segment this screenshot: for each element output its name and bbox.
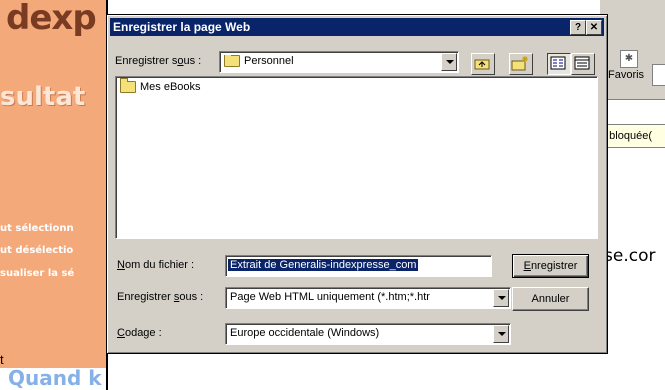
- file-item-name: Mes eBooks: [140, 81, 201, 93]
- save-in-label: Enregistrer sous :: [115, 55, 202, 67]
- file-list-item[interactable]: Mes eBooks: [120, 78, 201, 94]
- favorites-label: Favoris: [608, 69, 645, 81]
- background-text-fragment: t: [0, 352, 4, 367]
- save-in-dropdown[interactable]: Personnel: [219, 51, 459, 73]
- chevron-down-icon[interactable]: [493, 289, 509, 307]
- save-web-page-dialog: Enregistrer la page Web ? ✕ Enregistrer …: [106, 14, 608, 354]
- background-logo: dexp: [6, 0, 97, 38]
- help-button[interactable]: ?: [570, 20, 586, 35]
- background-footer-text: Quand k: [8, 366, 102, 390]
- new-folder-icon: [511, 56, 528, 71]
- background-heading: sultat: [0, 82, 86, 112]
- close-button[interactable]: ✕: [586, 20, 602, 35]
- file-name-input[interactable]: Extrait de Generalis-indexpresse_com: [225, 255, 492, 277]
- favorites-button[interactable]: ✱ Favoris: [606, 42, 650, 88]
- background-url-text: se.cor: [604, 246, 656, 266]
- encoding-value: Europe occidentale (Windows): [230, 327, 380, 339]
- dialog-titlebar[interactable]: Enregistrer la page Web ? ✕: [110, 18, 604, 36]
- address-bar[interactable]: [652, 64, 665, 86]
- folder-icon: [120, 78, 136, 94]
- save-as-type-label: Enregistrer sous :: [117, 291, 204, 303]
- chevron-down-icon[interactable]: [441, 53, 457, 71]
- up-one-level-icon: [474, 59, 490, 70]
- background-browser: ✱ Favoris 9 bloquée( se.cor: [600, 0, 665, 390]
- background-link-deselect-all[interactable]: ut désélectio: [0, 245, 73, 256]
- list-view-button[interactable]: [547, 53, 571, 75]
- save-as-type-dropdown[interactable]: Page Web HTML uniquement (*.htm;*.htr: [225, 287, 511, 309]
- cancel-button[interactable]: Annuler: [512, 287, 589, 311]
- save-in-value: Personnel: [244, 55, 294, 67]
- folder-icon: [224, 55, 240, 68]
- new-folder-button[interactable]: [509, 53, 533, 75]
- background-link-view-selection[interactable]: sualiser la sé: [0, 268, 74, 279]
- file-list[interactable]: Mes eBooks: [115, 76, 598, 239]
- up-one-level-button[interactable]: [471, 53, 495, 75]
- details-view-button[interactable]: [571, 53, 595, 75]
- background-page-sidebar: dexp sultat ut sélectionn ut désélectio …: [0, 0, 106, 390]
- save-as-type-value: Page Web HTML uniquement (*.htm;*.htr: [230, 291, 430, 303]
- file-name-label: Nom du fichier :: [117, 259, 195, 271]
- save-button[interactable]: Enregistrer: [512, 254, 589, 278]
- browser-toolbar: ✱ Favoris: [600, 0, 665, 100]
- list-view-icon: [550, 56, 566, 70]
- encoding-label: Codage :: [117, 327, 162, 339]
- file-name-value: Extrait de Generalis-indexpresse_com: [228, 259, 419, 271]
- dialog-title: Enregistrer la page Web: [113, 20, 251, 34]
- background-link-select-all[interactable]: ut sélectionn: [0, 223, 74, 234]
- encoding-dropdown[interactable]: Europe occidentale (Windows): [225, 323, 511, 345]
- background-footer: Quand k: [0, 366, 106, 390]
- popup-blocked-bar[interactable]: 9 bloquée(: [600, 124, 665, 148]
- favorites-icon: ✱: [620, 50, 638, 68]
- chevron-down-icon[interactable]: [493, 325, 509, 343]
- details-view-icon: [574, 56, 590, 70]
